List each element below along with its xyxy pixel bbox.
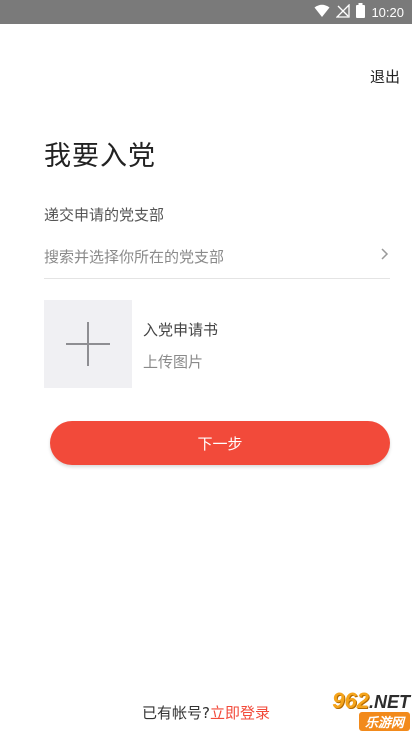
upload-title: 入党申请书	[143, 321, 219, 339]
watermark-number: 962	[332, 687, 369, 713]
status-bar: 10:20	[0, 0, 412, 24]
status-icons: 10:20	[314, 0, 404, 24]
logout-button[interactable]: 退出	[370, 66, 400, 87]
branch-label: 递交申请的党支部	[44, 206, 165, 224]
upload-subtitle: 上传图片	[143, 353, 204, 371]
battery-icon	[356, 2, 366, 22]
status-time: 10:20	[371, 4, 404, 20]
wifi-icon	[314, 3, 330, 22]
watermark-suffix: .NET	[368, 691, 410, 712]
chevron-right-icon	[380, 246, 390, 266]
page-title: 我要入党	[44, 141, 156, 172]
upload-image-button[interactable]	[44, 300, 132, 388]
branch-placeholder: 搜索并选择你所在的党支部	[44, 248, 225, 266]
next-step-button[interactable]: 下一步	[50, 421, 390, 465]
login-link[interactable]: 立即登录	[210, 704, 270, 722]
branch-select-field[interactable]: 搜索并选择你所在的党支部	[44, 240, 390, 279]
plus-icon	[66, 322, 110, 366]
watermark-name: 乐游网	[358, 711, 410, 731]
no-signal-icon	[335, 2, 351, 22]
account-question: 已有帐号?	[142, 704, 210, 722]
site-watermark: 962.NET 乐游网	[276, 686, 410, 732]
watermark-logo: 962.NET	[332, 688, 410, 714]
